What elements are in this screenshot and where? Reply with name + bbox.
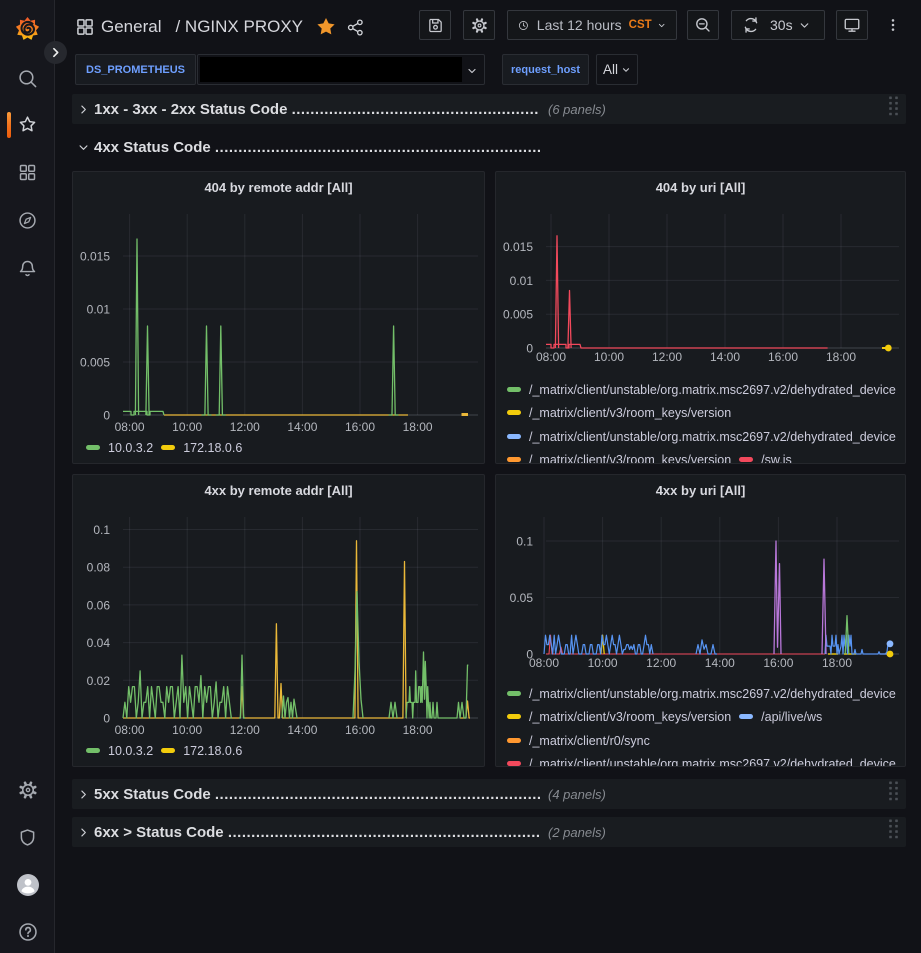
svg-text:18:00: 18:00 [403,723,433,737]
svg-text:0.015: 0.015 [503,240,533,254]
svg-text:12:00: 12:00 [652,350,682,364]
svg-text:0.04: 0.04 [87,636,111,650]
svg-text:08:00: 08:00 [536,350,566,364]
svg-text:14:00: 14:00 [705,656,735,670]
svg-text:16:00: 16:00 [345,420,375,434]
svg-text:08:00: 08:00 [529,656,559,670]
svg-text:0.01: 0.01 [510,274,534,288]
svg-text:0.01: 0.01 [87,303,111,317]
svg-text:12:00: 12:00 [230,420,260,434]
svg-text:16:00: 16:00 [763,656,793,670]
svg-text:14:00: 14:00 [710,350,740,364]
svg-text:0.1: 0.1 [516,535,533,549]
svg-text:18:00: 18:00 [822,656,852,670]
svg-text:10:00: 10:00 [588,656,618,670]
svg-text:14:00: 14:00 [287,723,317,737]
svg-text:14:00: 14:00 [287,420,317,434]
svg-text:08:00: 08:00 [115,420,145,434]
svg-text:0.015: 0.015 [80,250,110,264]
svg-text:0.005: 0.005 [80,356,110,370]
svg-text:0: 0 [103,409,110,423]
svg-text:0.05: 0.05 [510,591,534,605]
svg-text:12:00: 12:00 [230,723,260,737]
svg-text:0: 0 [103,712,110,726]
svg-text:0.06: 0.06 [87,598,111,612]
svg-text:10:00: 10:00 [594,350,624,364]
svg-text:18:00: 18:00 [826,350,856,364]
svg-text:18:00: 18:00 [403,420,433,434]
svg-text:10:00: 10:00 [172,723,202,737]
svg-text:10:00: 10:00 [172,420,202,434]
svg-text:0.08: 0.08 [87,561,111,575]
svg-text:12:00: 12:00 [646,656,676,670]
svg-text:0.1: 0.1 [93,523,110,537]
svg-text:0.02: 0.02 [87,674,111,688]
svg-text:08:00: 08:00 [115,723,145,737]
svg-text:16:00: 16:00 [768,350,798,364]
svg-text:16:00: 16:00 [345,723,375,737]
svg-text:0: 0 [526,342,533,356]
svg-text:0.005: 0.005 [503,308,533,322]
